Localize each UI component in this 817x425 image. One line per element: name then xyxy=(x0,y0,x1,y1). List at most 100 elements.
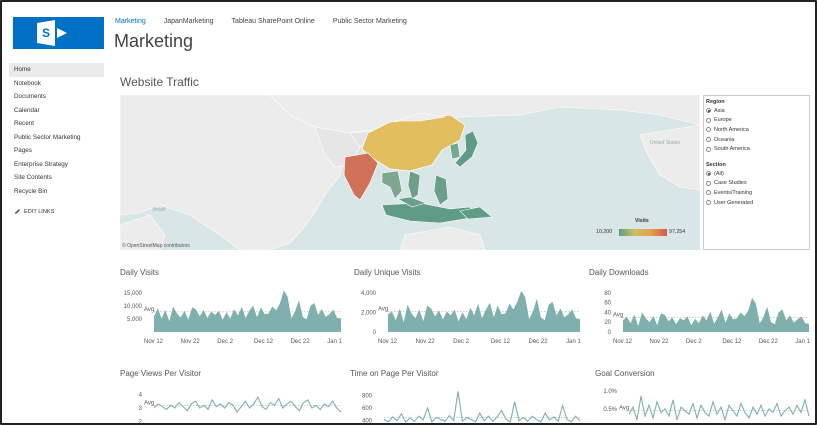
topnav-public-sector[interactable]: Public Sector Marketing xyxy=(333,18,407,25)
radio-button[interactable] xyxy=(706,146,711,152)
radio-button[interactable] xyxy=(706,171,711,177)
nav-public-sector-marketing[interactable]: Public Sector Marketing xyxy=(9,131,104,145)
legend-min: 10,200 xyxy=(596,229,613,235)
y-tick-label: 5,000 xyxy=(127,317,143,323)
legend-title: Visits xyxy=(635,218,649,224)
average-label: Avg xyxy=(619,405,629,411)
y-tick-label: 40 xyxy=(604,310,611,316)
site-title: Marketing xyxy=(114,31,194,51)
nav-enterprise-strategy[interactable]: Enterprise Strategy xyxy=(9,158,104,172)
traffic-map[interactable]: Brazil United States © OpenStreetMap con… xyxy=(120,95,700,250)
y-tick-label: 80 xyxy=(604,291,611,297)
y-tick-label: 15,000 xyxy=(124,291,143,297)
section-option[interactable]: Case Studies xyxy=(706,179,809,189)
legend-max: 97,254 xyxy=(669,229,686,235)
region-taiwan-philippines xyxy=(433,174,449,206)
chart-title: Daily Unique Visits xyxy=(354,268,421,277)
region-option[interactable]: North America xyxy=(706,125,809,135)
legend-gradient xyxy=(619,229,667,236)
window-frame: S Marketing JapanMarketing Tableau Share… xyxy=(0,0,817,425)
y-tick-label: 10,000 xyxy=(124,304,143,310)
average-label: Avg xyxy=(144,307,154,313)
x-tick-label: Nov 12 xyxy=(613,339,633,345)
nav-notebook[interactable]: Notebook xyxy=(9,77,104,91)
region-option[interactable]: South America xyxy=(706,144,809,154)
average-label: Avg xyxy=(378,307,388,313)
region-option[interactable]: Asia xyxy=(706,106,809,116)
chart-title: Page Views Per Visitor xyxy=(120,369,202,378)
chart-1[interactable]: 4,000 2,000 0 Avg Nov 12 Nov 22 Dec 2 Dec 12 Dec… xyxy=(354,286,584,346)
section-filter-title: Section xyxy=(706,161,726,168)
nav-calendar[interactable]: Calendar xyxy=(9,104,104,118)
map-attribution[interactable]: © OpenStreetMap contributors xyxy=(122,243,190,249)
topnav-tableau-sharepoint[interactable]: Tableau SharePoint Online xyxy=(232,18,315,25)
radio-button[interactable] xyxy=(706,117,711,123)
y-tick-label: 60 xyxy=(604,301,611,307)
x-tick-label: Dec 12 xyxy=(722,339,742,345)
chart-0[interactable]: 15,000 10,000 5,000Avg Nov 12 Nov 22 Dec 2 Dec… xyxy=(120,286,345,346)
x-tick-label: Dec 22 xyxy=(759,339,779,345)
sharepoint-logo[interactable]: S xyxy=(13,17,104,49)
section-option[interactable]: User Generated xyxy=(706,198,809,208)
section-option-label: (All) xyxy=(714,170,724,177)
edit-links-label: EDIT LINKS xyxy=(24,208,55,215)
radio-button[interactable] xyxy=(706,108,711,114)
radio-button[interactable] xyxy=(706,200,711,206)
section-option-label: Events/Training xyxy=(714,189,753,196)
region-option[interactable]: Oceania xyxy=(706,135,809,145)
x-tick-label: Nov 12 xyxy=(144,339,164,345)
average-label: Avg xyxy=(613,313,623,319)
region-option-label: Asia xyxy=(714,107,725,114)
x-tick-label: Dec 2 xyxy=(453,339,469,345)
land-europe-russia xyxy=(269,95,700,136)
line-series xyxy=(628,396,810,422)
nav-site-contents[interactable]: Site Contents xyxy=(9,171,104,185)
topnav-marketing[interactable]: Marketing xyxy=(115,18,146,25)
chart-4[interactable]: 800 600 400 xyxy=(350,387,584,425)
dashboard-title: Website Traffic xyxy=(120,75,199,89)
land-north-america xyxy=(639,124,700,191)
region-option-label: Oceania xyxy=(714,136,735,143)
y-tick-label: 400 xyxy=(362,419,373,425)
region-myanmar-thailand xyxy=(381,170,403,200)
x-tick-label: Jan 1 xyxy=(327,339,342,345)
y-tick-label: 2,000 xyxy=(361,310,377,316)
chart-5[interactable]: 1.0%0.5%0.0%Avg xyxy=(595,387,813,425)
chart-2[interactable]: 80 60 40 20 0 Avg Nov 12 Nov 22 Dec 2 Dec 12 Dec 2… xyxy=(589,286,813,346)
region-korea xyxy=(449,142,461,160)
region-option-label: South America xyxy=(714,146,750,153)
x-tick-label: Dec 12 xyxy=(491,339,511,345)
radio-button[interactable] xyxy=(706,127,711,133)
nav-pages[interactable]: Pages xyxy=(9,144,104,158)
y-tick-label: 2 xyxy=(139,420,143,425)
section-option[interactable]: Events/Training xyxy=(706,188,809,198)
chart-title: Goal Conversion xyxy=(595,369,655,378)
x-tick-label: Dec 22 xyxy=(529,339,549,345)
nav-documents[interactable]: Documents xyxy=(9,90,104,104)
top-navigation: Marketing JapanMarketing Tableau SharePo… xyxy=(115,18,407,25)
x-tick-label: Nov 12 xyxy=(378,339,398,345)
y-tick-label: 0 xyxy=(373,330,377,336)
section-option[interactable]: (All) xyxy=(706,169,809,179)
x-tick-label: Nov 22 xyxy=(416,339,436,345)
area-series xyxy=(154,290,341,332)
chart-title: Time on Page Per Visitor xyxy=(350,369,439,378)
map-label-us: United States xyxy=(650,140,681,146)
pencil-icon xyxy=(15,209,20,214)
nav-home[interactable]: Home xyxy=(9,63,104,77)
region-option-label: Europe xyxy=(714,117,732,124)
edit-links-button[interactable]: EDIT LINKS xyxy=(14,208,54,215)
y-tick-label: 20 xyxy=(604,320,611,326)
nav-recycle-bin[interactable]: Recycle Bin xyxy=(9,185,104,199)
chart-title: Daily Downloads xyxy=(589,268,649,277)
x-tick-label: Dec 22 xyxy=(291,339,311,345)
chart-3[interactable]: 4 3 2 Avg xyxy=(120,387,345,425)
nav-recent[interactable]: Recent xyxy=(9,117,104,131)
average-label: Avg xyxy=(144,401,154,407)
radio-button[interactable] xyxy=(706,137,711,143)
y-tick-label: 4 xyxy=(139,392,143,398)
radio-button[interactable] xyxy=(706,190,711,196)
radio-button[interactable] xyxy=(706,180,711,186)
topnav-japanmarketing[interactable]: JapanMarketing xyxy=(164,18,214,25)
region-option[interactable]: Europe xyxy=(706,116,809,126)
